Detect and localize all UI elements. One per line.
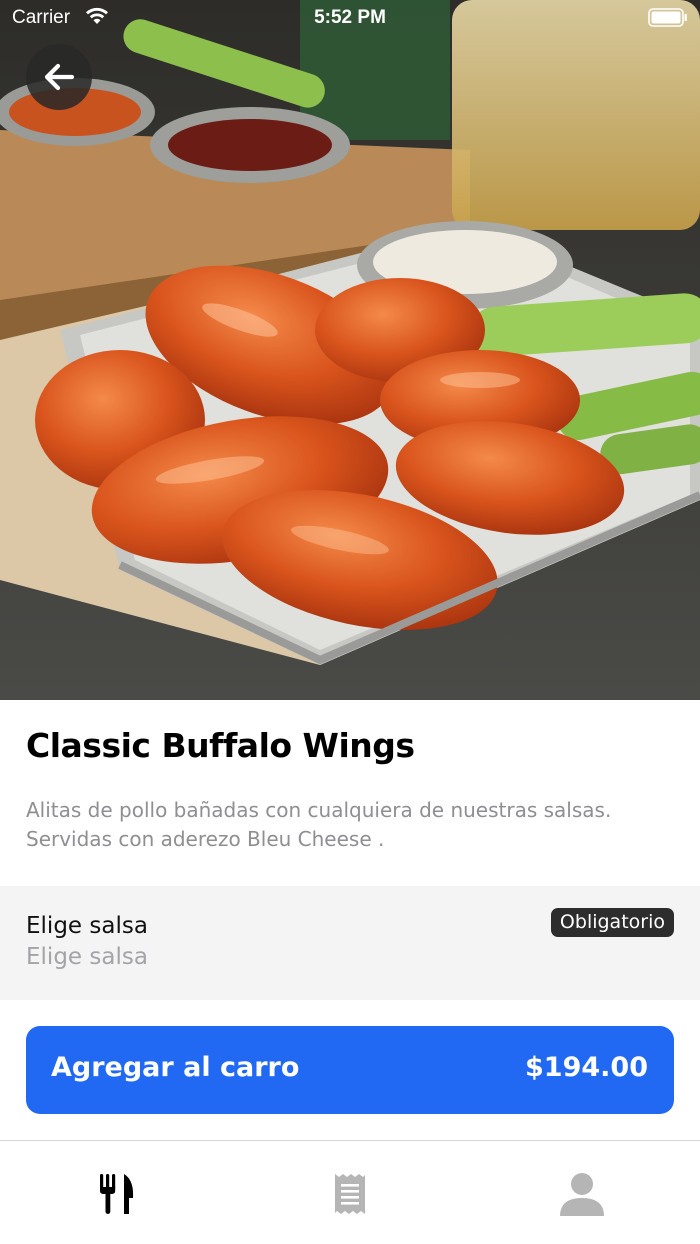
- option-label: Elige salsa: [26, 913, 148, 939]
- option-placeholder: Elige salsa: [26, 944, 148, 970]
- fork-knife-icon: [100, 1174, 134, 1214]
- sauce-option-selector[interactable]: Elige salsa Elige salsa Obligatorio: [0, 886, 700, 1000]
- cart-price: $194.00: [525, 1052, 648, 1083]
- tab-bar: [0, 1140, 700, 1244]
- product-image: [0, 0, 700, 700]
- product-title: Classic Buffalo Wings: [26, 726, 415, 765]
- required-badge: Obligatorio: [550, 908, 674, 937]
- add-to-cart-button[interactable]: Agregar al carro $194.00: [26, 1026, 674, 1114]
- add-to-cart-label: Agregar al carro: [51, 1052, 300, 1083]
- tab-profile[interactable]: [552, 1169, 612, 1219]
- clock: 5:52 PM: [314, 7, 386, 28]
- status-bar: Carrier 5:52 PM: [0, 0, 700, 38]
- receipt-icon: [335, 1174, 365, 1214]
- back-button[interactable]: [26, 44, 92, 110]
- battery-icon: [648, 8, 687, 27]
- buffalo-wings-illustration: [0, 0, 700, 700]
- product-description: Alitas de pollo bañadas con cualquiera d…: [26, 798, 612, 851]
- arrow-left-icon: [44, 63, 75, 91]
- tab-orders[interactable]: [320, 1169, 380, 1219]
- person-icon: [560, 1173, 604, 1216]
- tab-menu[interactable]: [87, 1169, 147, 1219]
